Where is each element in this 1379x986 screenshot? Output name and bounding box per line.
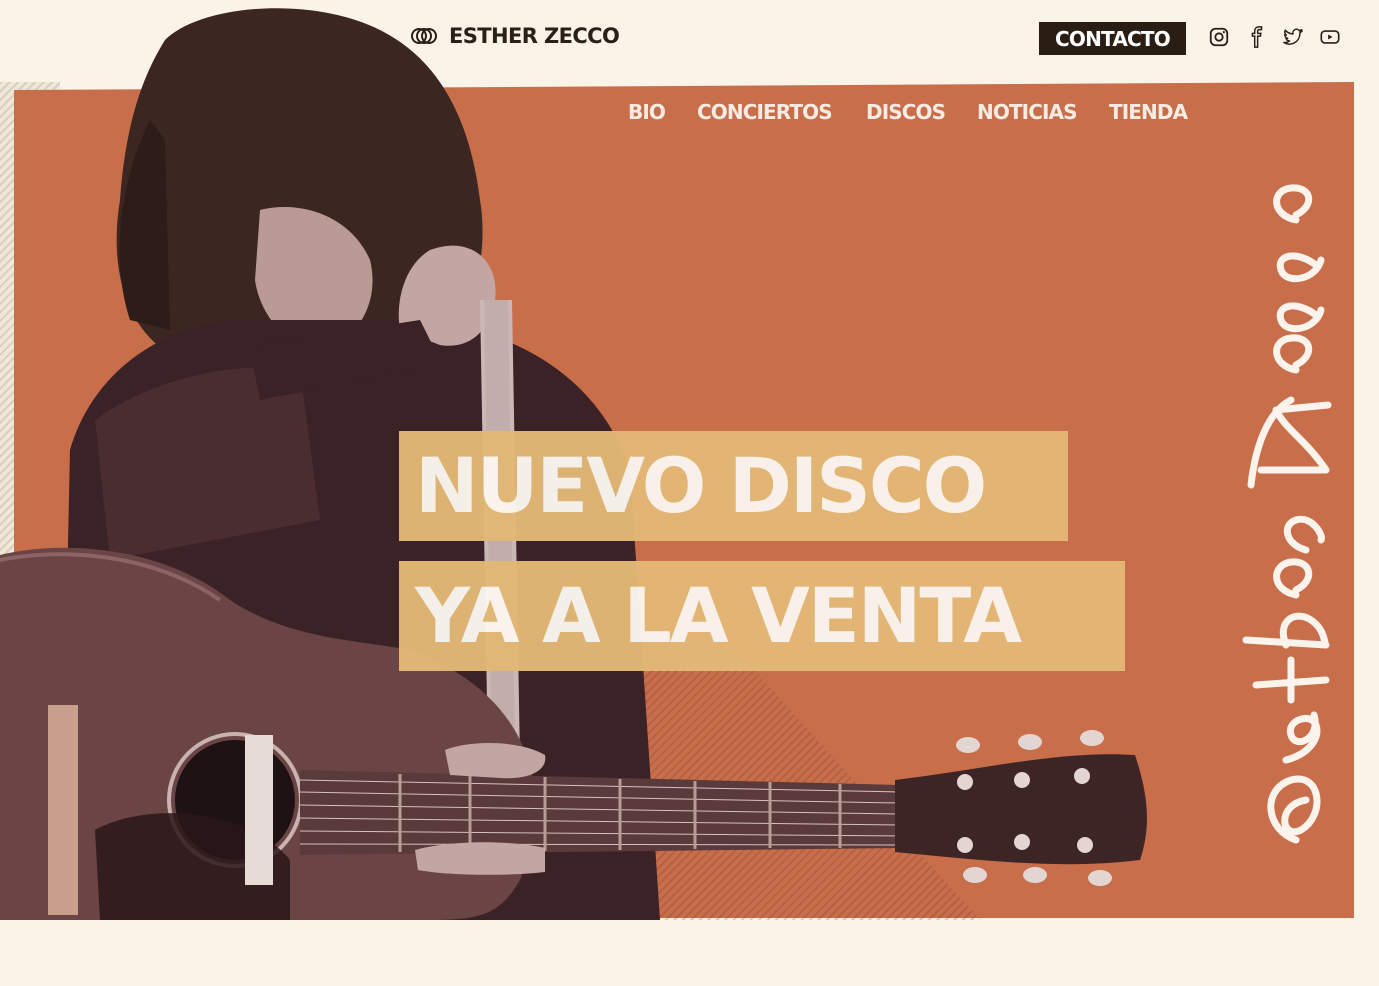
nav-item-noticias[interactable]: NOTICIAS	[977, 100, 1078, 124]
site-header: ESTHER ZECCO CONTACTO	[0, 0, 1379, 82]
youtube-icon[interactable]	[1318, 25, 1342, 49]
nav-item-discos[interactable]: DISCOS	[866, 100, 946, 124]
nav-item-tienda[interactable]: TIENDA	[1109, 100, 1188, 124]
nav-item-conciertos[interactable]: CONCIERTOS	[697, 100, 833, 124]
facebook-icon[interactable]	[1245, 25, 1269, 49]
nav-item-bio[interactable]: BIO	[628, 100, 666, 124]
logo-rings-icon	[411, 28, 437, 44]
contact-button[interactable]: CONTACTO	[1039, 22, 1186, 55]
hero-headline-line1[interactable]: NUEVO DISCO	[399, 431, 1068, 541]
main-nav: BIO CONCIERTOS DISCOS NOTICIAS TIENDA	[0, 100, 1379, 130]
hero-headline-line2[interactable]: YA A LA VENTA	[399, 561, 1125, 671]
instagram-icon[interactable]	[1207, 25, 1231, 49]
brand-name: ESTHER ZECCO	[449, 24, 620, 48]
signature-logo	[1236, 140, 1336, 860]
brand-logo[interactable]: ESTHER ZECCO	[411, 24, 620, 48]
twitter-icon[interactable]	[1281, 25, 1305, 49]
